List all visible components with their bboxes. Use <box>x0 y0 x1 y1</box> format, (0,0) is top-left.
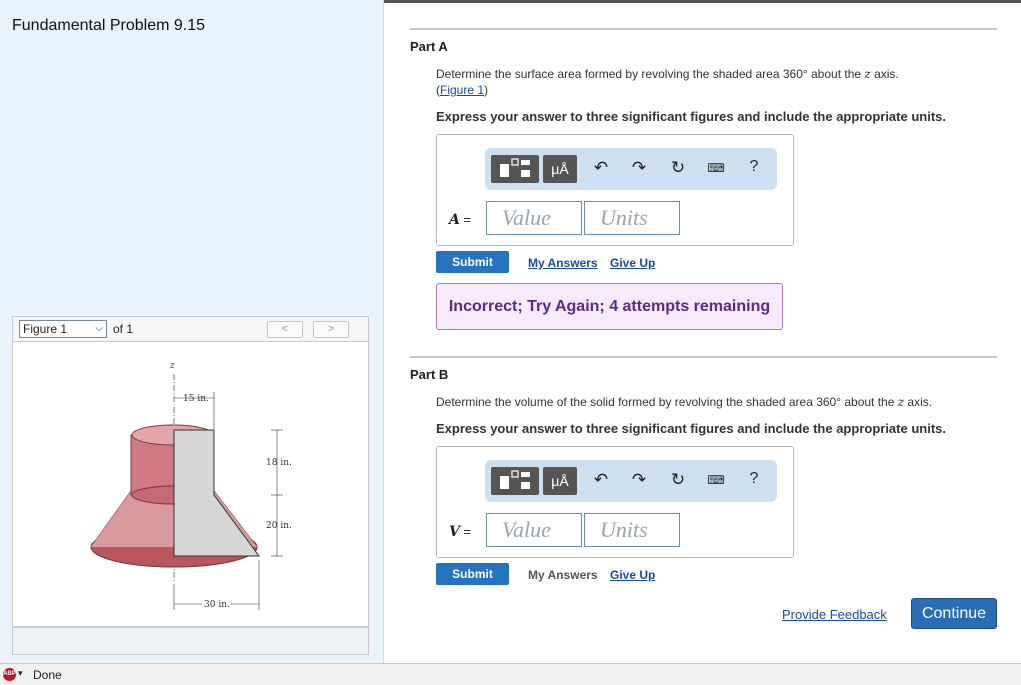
part-b-answer-box: μÅ ↶ ↷ ↻ ⌨ ? V = Value Units <box>436 446 794 558</box>
undo-icon[interactable]: ↶ <box>590 470 612 490</box>
dimension-15in: 15 in. <box>183 394 209 404</box>
chevron-down-icon: ⌵ <box>95 323 103 334</box>
part-a-question: Determine the surface area formed by rev… <box>436 67 899 81</box>
part-b-question: Determine the volume of the solid formed… <box>436 395 932 409</box>
part-b-equals: = <box>459 524 472 539</box>
part-b-value-input[interactable]: Value <box>486 513 582 547</box>
reset-icon[interactable]: ↻ <box>667 158 689 178</box>
units-icon[interactable]: μÅ <box>543 467 577 495</box>
status-text: Done <box>33 668 62 682</box>
part-b-heading: Part B <box>410 367 449 382</box>
part-b-question-text: Determine the volume of the solid formed… <box>436 395 895 409</box>
keyboard-icon[interactable]: ⌨ <box>705 161 727 175</box>
reset-icon[interactable]: ↻ <box>667 470 689 490</box>
z-axis-label: z <box>169 361 175 371</box>
units-icon[interactable]: μÅ <box>543 155 577 183</box>
part-b-divider <box>410 356 997 358</box>
part-a-question-text: Determine the surface area formed by rev… <box>436 67 862 81</box>
part-a-give-up-link[interactable]: Give Up <box>610 256 655 270</box>
part-a-feedback: Incorrect; Try Again; 4 attempts remaini… <box>436 283 783 330</box>
help-icon[interactable]: ? <box>743 470 765 488</box>
dimension-20in: 20 in. <box>266 521 292 531</box>
part-a-answer-box: μÅ ↶ ↷ ↻ ⌨ ? A = Value Units <box>436 134 794 246</box>
part-b-my-answers-label: My Answers <box>528 568 598 582</box>
redo-icon[interactable]: ↷ <box>628 470 650 490</box>
part-b-toolbar: μÅ ↶ ↷ ↻ ⌨ ? <box>485 460 777 502</box>
dimension-30in: 30 in. <box>204 600 230 610</box>
figure-area: z 15 in. 18 in. 20 in. 30 in. <box>12 342 369 627</box>
part-a-var-label: A = <box>449 212 471 228</box>
templates-icon[interactable] <box>491 467 539 495</box>
figure-diagram: z 15 in. 18 in. 20 in. 30 in. <box>90 361 292 610</box>
part-a-equals: = <box>459 212 472 227</box>
prev-figure-button[interactable]: < <box>267 321 303 338</box>
templates-icon[interactable] <box>491 155 539 183</box>
part-a-heading: Part A <box>410 39 448 54</box>
part-a-var: A <box>449 212 460 228</box>
part-b-give-up-link[interactable]: Give Up <box>610 568 655 582</box>
provide-feedback-link[interactable]: Provide Feedback <box>782 607 887 622</box>
figure-count: of 1 <box>113 322 134 336</box>
part-a-my-answers-link[interactable]: My Answers <box>528 256 598 270</box>
left-panel: Fundamental Problem 9.15 Figure 1 ⌵ of 1… <box>0 0 384 663</box>
part-a-divider <box>410 28 997 30</box>
figure-link-wrap: (Figure 1) <box>436 83 489 97</box>
part-a-question-end: axis. <box>870 67 899 81</box>
part-a-toolbar: μÅ ↶ ↷ ↻ ⌨ ? <box>485 148 777 190</box>
next-figure-button[interactable]: > <box>313 321 349 338</box>
part-b-question-end: axis. <box>904 395 933 409</box>
figure-link[interactable]: Figure 1 <box>440 83 484 97</box>
caret-down-icon[interactable]: ▾ <box>18 668 23 679</box>
figure-select-value: Figure 1 <box>23 322 68 336</box>
top-border <box>384 0 1021 3</box>
part-b-submit-button[interactable]: Submit <box>436 563 509 585</box>
problem-title: Fundamental Problem 9.15 <box>12 17 205 34</box>
dimension-18in: 18 in. <box>266 458 292 468</box>
status-bar: ABP ▾ Done <box>0 663 1021 685</box>
figure-select[interactable]: Figure 1 ⌵ <box>19 320 107 338</box>
part-a-instruction: Express your answer to three significant… <box>436 109 946 124</box>
keyboard-icon[interactable]: ⌨ <box>705 473 727 487</box>
adblock-icon[interactable]: ABP <box>3 668 16 681</box>
help-icon[interactable]: ? <box>743 158 765 176</box>
part-b-var: V <box>449 524 460 540</box>
redo-icon[interactable]: ↷ <box>628 158 650 178</box>
part-b-units-input[interactable]: Units <box>584 513 680 547</box>
part-a-value-input[interactable]: Value <box>486 201 582 235</box>
undo-icon[interactable]: ↶ <box>590 158 612 178</box>
part-a-units-input[interactable]: Units <box>584 201 680 235</box>
figure-footer <box>12 627 369 655</box>
part-b-instruction: Express your answer to three significant… <box>436 421 946 436</box>
part-b-var-label: V = <box>449 524 471 540</box>
continue-button[interactable]: Continue <box>911 598 997 629</box>
figure-nav-bar: Figure 1 ⌵ of 1 < > <box>12 316 369 342</box>
part-a-submit-button[interactable]: Submit <box>436 251 509 273</box>
